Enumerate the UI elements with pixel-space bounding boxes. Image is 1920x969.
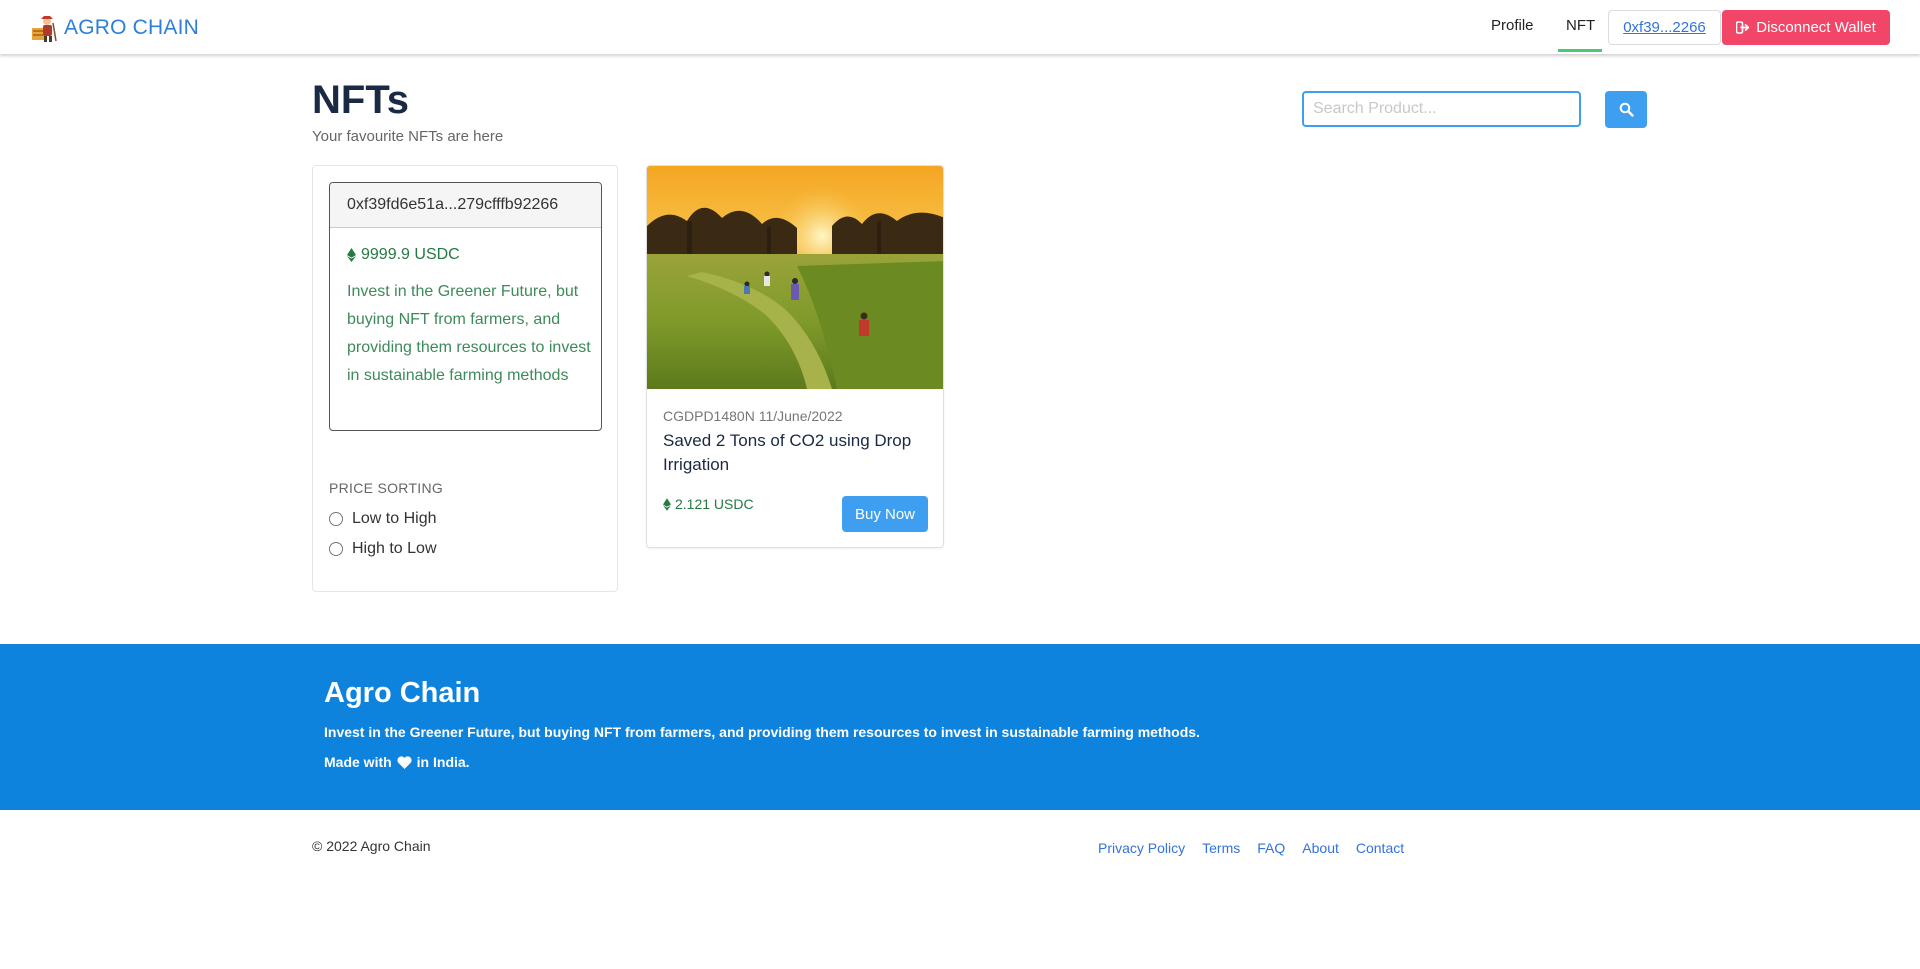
footer-title: Agro Chain — [324, 677, 481, 709]
filter-sidebar: 0xf39fd6e51a...279cfffb92266 9999.9 USDC… — [312, 165, 618, 592]
footer-links: Privacy Policy Terms FAQ About Contact — [1098, 840, 1404, 856]
footer-made-with: Made with in India. — [324, 754, 470, 770]
page-title: NFTs — [312, 78, 410, 122]
disconnect-wallet-button[interactable]: Disconnect Wallet — [1722, 10, 1890, 45]
navbar: AGRO CHAIN Profile NFT 0xf39...2266 Disc… — [0, 0, 1920, 54]
wallet-address-button[interactable]: 0xf39...2266 — [1608, 10, 1721, 45]
brand-name: AGRO CHAIN — [64, 16, 200, 39]
nav-nft-link[interactable]: NFT — [1566, 17, 1595, 34]
ethereum-icon — [347, 248, 356, 262]
footer-made-prefix: Made with — [324, 754, 392, 770]
price-sorting-title: PRICE SORTING — [329, 480, 444, 496]
wallet-balance-value: 9999.9 USDC — [361, 246, 460, 263]
footer-description: Invest in the Greener Future, but buying… — [324, 724, 1200, 740]
ethereum-icon — [663, 497, 671, 511]
farmer-logo-icon — [32, 16, 57, 42]
footer-link-privacy[interactable]: Privacy Policy — [1098, 840, 1185, 856]
footer-made-suffix: in India. — [416, 754, 470, 770]
product-price-value: 2.121 USDC — [675, 496, 754, 512]
search-icon — [1619, 102, 1634, 117]
product-meta: CGDPD1480N 11/June/2022 — [663, 408, 843, 424]
sort-high-to-low[interactable]: High to Low — [329, 540, 437, 558]
sort-low-to-high-radio[interactable] — [329, 512, 343, 526]
footer-link-contact[interactable]: Contact — [1356, 840, 1404, 856]
nft-product-card: CGDPD1480N 11/June/2022 Saved 2 Tons of … — [646, 165, 944, 548]
footer-link-terms[interactable]: Terms — [1202, 840, 1240, 856]
buy-now-button[interactable]: Buy Now — [842, 496, 928, 532]
wallet-address: 0xf39fd6e51a...279cfffb92266 — [330, 183, 601, 228]
product-title: Saved 2 Tons of CO2 using Drop Irrigatio… — [663, 431, 912, 474]
disconnect-label: Disconnect Wallet — [1756, 19, 1876, 36]
brand-link[interactable]: AGRO CHAIN — [29, 13, 199, 43]
footer-link-faq[interactable]: FAQ — [1257, 840, 1285, 856]
sort-high-to-low-label: High to Low — [352, 540, 437, 557]
page-subtitle: Your favourite NFTs are here — [312, 128, 504, 145]
wallet-description: Invest in the Greener Future, but buying… — [347, 283, 591, 384]
sort-high-to-low-radio[interactable] — [329, 542, 343, 556]
product-image — [647, 166, 943, 389]
sort-low-to-high[interactable]: Low to High — [329, 510, 437, 528]
copyright: © 2022 Agro Chain — [312, 838, 431, 854]
wallet-balance: 9999.9 USDC — [347, 246, 460, 264]
search-button[interactable] — [1605, 91, 1647, 128]
sort-low-to-high-label: Low to High — [352, 510, 437, 527]
active-nav-indicator — [1558, 49, 1602, 52]
nav-profile-link[interactable]: Profile — [1491, 17, 1534, 34]
footer-link-about[interactable]: About — [1302, 840, 1339, 856]
search-input[interactable] — [1302, 91, 1581, 127]
product-price: 2.121 USDC — [663, 496, 754, 512]
footer-band: Agro Chain Invest in the Greener Future,… — [0, 644, 1920, 810]
sign-out-icon — [1736, 21, 1750, 34]
wallet-card: 0xf39fd6e51a...279cfffb92266 9999.9 USDC… — [329, 182, 602, 431]
heart-icon — [397, 755, 412, 769]
